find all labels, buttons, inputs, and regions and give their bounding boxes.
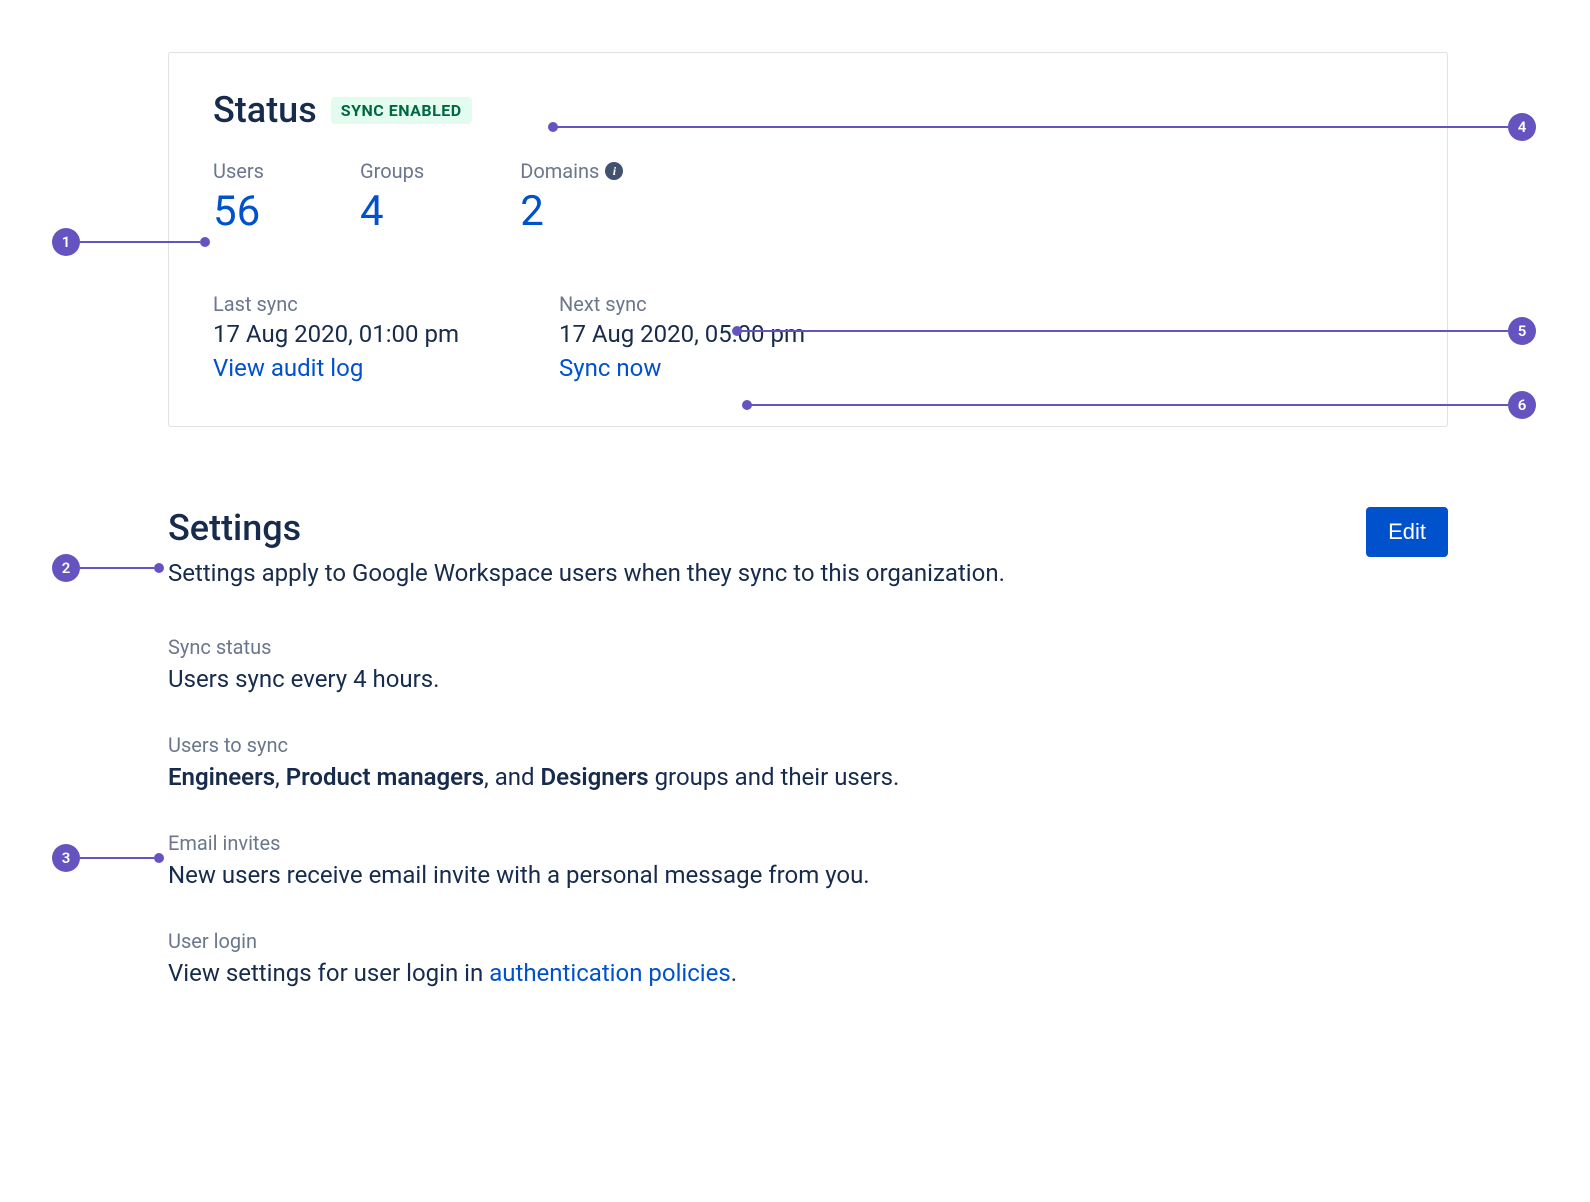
user-login-label: User login [168,929,1448,953]
edit-button[interactable]: Edit [1366,507,1448,557]
users-to-sync-suffix: groups and their users. [649,763,900,791]
sep2: , and [484,763,540,791]
callout-dot-2 [154,563,164,573]
stat-domains-label: Domains i [520,159,623,183]
last-sync-value: 17 Aug 2020, 01:00 pm [213,320,459,348]
callout-marker-1: 1 [52,228,80,256]
stat-users[interactable]: Users 56 [213,159,264,236]
callout-marker-6: 6 [1508,391,1536,419]
user-login-block: User login View settings for user login … [168,929,1448,987]
last-sync-label: Last sync [213,292,459,316]
callout-dot-3 [154,853,164,863]
sync-enabled-badge: SYNC ENABLED [331,97,472,124]
callout-dot-1 [200,237,210,247]
status-title: Status [213,89,317,131]
last-sync-block: Last sync 17 Aug 2020, 01:00 pm View aud… [213,292,459,382]
group-engineers: Engineers [168,763,275,791]
authentication-policies-link[interactable]: authentication policies [489,959,731,987]
user-login-prefix: View settings for user login in [168,959,489,987]
settings-section: Settings Edit Settings apply to Google W… [168,507,1448,987]
users-to-sync-label: Users to sync [168,733,1448,757]
sync-status-value: Users sync every 4 hours. [168,665,1448,693]
settings-title: Settings [168,507,301,549]
user-login-suffix: . [731,959,737,987]
group-product-managers: Product managers [286,763,484,791]
callout-dot-6 [742,400,752,410]
sep1: , [275,763,286,791]
sync-status-block: Sync status Users sync every 4 hours. [168,635,1448,693]
status-header: Status SYNC ENABLED [213,89,1403,131]
group-designers: Designers [541,763,649,791]
users-to-sync-block: Users to sync Engineers, Product manager… [168,733,1448,791]
callout-line-2 [80,567,154,569]
callout-dot-4 [548,122,558,132]
stat-users-value: 56 [213,187,264,236]
stat-domains[interactable]: Domains i 2 [520,159,623,236]
settings-description: Settings apply to Google Workspace users… [168,559,1448,587]
sync-row: Last sync 17 Aug 2020, 01:00 pm View aud… [213,292,1403,382]
user-login-value: View settings for user login in authenti… [168,959,1448,987]
callout-marker-5: 5 [1508,317,1536,345]
sync-now-link[interactable]: Sync now [559,354,661,382]
next-sync-block: Next sync 17 Aug 2020, 05:00 pm Sync now [559,292,805,382]
email-invites-label: Email invites [168,831,1448,855]
next-sync-label: Next sync [559,292,805,316]
sync-status-label: Sync status [168,635,1448,659]
stat-domains-value: 2 [520,187,623,236]
next-sync-value: 17 Aug 2020, 05:00 pm [559,320,805,348]
callout-marker-3: 3 [52,844,80,872]
view-audit-log-link[interactable]: View audit log [213,354,363,382]
callout-line-3 [80,857,154,859]
stat-users-label: Users [213,159,264,183]
users-to-sync-value: Engineers, Product managers, and Designe… [168,763,1448,791]
callout-line-5 [740,330,1508,332]
stat-groups-value: 4 [360,187,424,236]
stat-groups-label: Groups [360,159,424,183]
stat-groups[interactable]: Groups 4 [360,159,424,236]
callout-marker-2: 2 [52,554,80,582]
stats-row: Users 56 Groups 4 Domains i 2 [213,159,1403,236]
callout-line-6 [750,404,1508,406]
info-icon[interactable]: i [605,162,623,180]
callout-line-4 [556,126,1508,128]
callout-marker-4: 4 [1508,113,1536,141]
callout-dot-5 [732,326,742,336]
stat-domains-label-text: Domains [520,159,599,183]
settings-header-row: Settings Edit [168,507,1448,559]
status-card: Status SYNC ENABLED Users 56 Groups 4 Do… [168,52,1448,427]
callout-line-1 [80,241,200,243]
email-invites-block: Email invites New users receive email in… [168,831,1448,889]
email-invites-value: New users receive email invite with a pe… [168,861,1448,889]
